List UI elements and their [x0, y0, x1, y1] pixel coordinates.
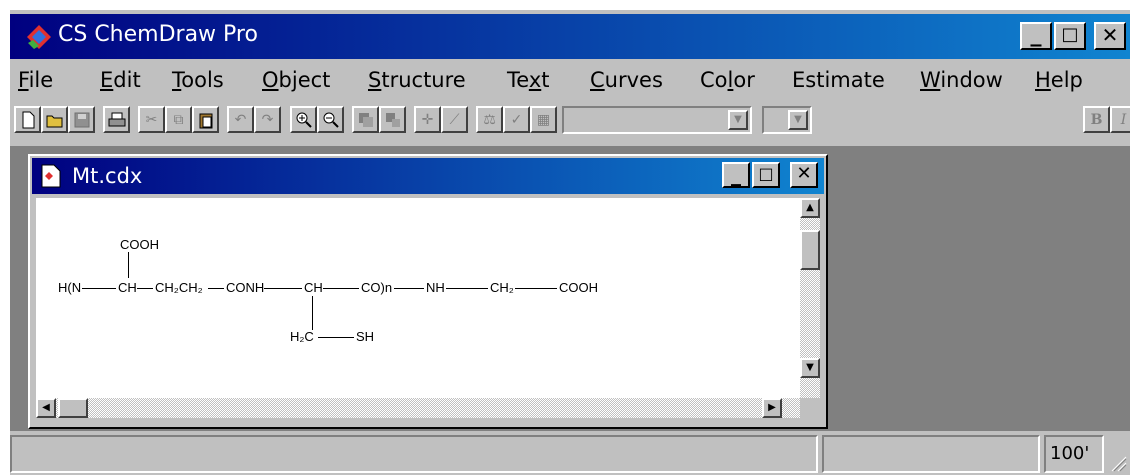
font-size-select[interactable]: ▼: [762, 106, 812, 134]
document-file-icon: [41, 164, 61, 188]
menu-edit[interactable]: Edit: [100, 66, 141, 94]
new-file-icon[interactable]: [14, 106, 41, 133]
bond[interactable]: [137, 288, 153, 289]
analysis-icon[interactable]: ⚖: [476, 106, 503, 133]
bond[interactable]: [323, 288, 359, 289]
atom-label-co-n[interactable]: CO)n: [361, 281, 392, 295]
scroll-left-icon[interactable]: ◀: [36, 398, 56, 418]
atom-label-hn[interactable]: H(N: [58, 281, 81, 295]
drawing-canvas[interactable]: COOH H(N CH CH₂CH₂ CONH CH CO)n NH CH₂ C…: [36, 198, 800, 398]
template-icon[interactable]: ▦: [530, 106, 557, 133]
minimize-button[interactable]: _: [1020, 22, 1052, 50]
mdi-client-area: Mt.cdx _ □ ✕ COOH H(N CH CH₂CH₂ CONH CH …: [10, 146, 1130, 431]
group-icon[interactable]: [352, 106, 379, 133]
atom-label-ch-1[interactable]: CH: [118, 281, 137, 295]
atom-label-ch2ch2[interactable]: CH₂CH₂: [155, 281, 203, 295]
menu-bar: File Edit Tools Object Structure Text Cu…: [10, 62, 1130, 98]
atom-label-ch-2[interactable]: CH: [304, 281, 323, 295]
undo-icon[interactable]: ↶: [227, 106, 254, 133]
toolbar: ✂ ⧉ ↶ ↷ ✛ ⟋ ⚖ ✓ ▦ ▼ ▼ B I: [10, 100, 1130, 146]
status-panel-info: [822, 435, 1040, 473]
bond-vertical-bottom[interactable]: [312, 296, 313, 330]
font-select[interactable]: ▼: [562, 106, 752, 134]
close-button[interactable]: ✕: [1094, 22, 1126, 50]
menu-file[interactable]: File: [18, 66, 53, 94]
bond-line-icon[interactable]: ⟋: [441, 106, 468, 133]
ungroup-icon[interactable]: [379, 106, 406, 133]
bond[interactable]: [264, 288, 302, 289]
vertical-scroll-thumb[interactable]: [800, 230, 820, 270]
app-titlebar[interactable]: CS ChemDraw Pro _ □ ✕: [10, 14, 1130, 59]
italic-button[interactable]: I: [1110, 106, 1130, 133]
bond[interactable]: [394, 288, 424, 289]
scroll-down-icon[interactable]: ▼: [800, 358, 820, 378]
document-title: Mt.cdx: [72, 164, 143, 188]
cut-scissors-icon[interactable]: ✂: [138, 106, 165, 133]
print-icon[interactable]: [103, 106, 130, 133]
bond[interactable]: [446, 288, 488, 289]
status-panel-main: [10, 435, 818, 473]
document-titlebar[interactable]: Mt.cdx _ □ ✕: [32, 158, 824, 194]
doc-minimize-button[interactable]: _: [722, 162, 750, 188]
chevron-down-icon[interactable]: ▼: [788, 110, 808, 130]
bond[interactable]: [515, 288, 557, 289]
zoom-readout: 100': [1044, 435, 1104, 473]
bond-vertical-top[interactable]: [128, 252, 129, 278]
check-icon[interactable]: ✓: [503, 106, 530, 133]
menu-color[interactable]: Color: [700, 66, 755, 94]
atom-label-conh[interactable]: CONH: [226, 281, 264, 295]
zoom-in-icon[interactable]: [290, 106, 317, 133]
resize-grip-icon[interactable]: [1108, 453, 1128, 473]
atom-label-nh[interactable]: NH: [426, 281, 445, 295]
menu-window[interactable]: Window: [920, 66, 1003, 94]
scroll-right-icon[interactable]: ▶: [762, 398, 782, 418]
bond[interactable]: [208, 288, 224, 289]
menu-structure[interactable]: Structure: [368, 66, 466, 94]
menu-tools[interactable]: Tools: [172, 66, 224, 94]
status-bar: 100': [10, 433, 1130, 475]
bond[interactable]: [318, 337, 354, 338]
app-title: CS ChemDraw Pro: [58, 22, 258, 47]
attach-icon[interactable]: ✛: [414, 106, 441, 133]
menu-estimate[interactable]: Estimate: [792, 66, 885, 94]
menu-text[interactable]: Text: [507, 66, 549, 94]
atom-label-cooh-top[interactable]: COOH: [120, 238, 159, 252]
horizontal-scroll-thumb[interactable]: [58, 398, 88, 418]
maximize-button[interactable]: □: [1054, 22, 1086, 50]
atom-label-h2c[interactable]: H₂C: [290, 330, 314, 344]
menu-object[interactable]: Object: [262, 66, 330, 94]
paste-clipboard-icon[interactable]: [192, 106, 219, 133]
menu-help[interactable]: Help: [1035, 66, 1083, 94]
scrollbar-corner: [800, 398, 820, 418]
atom-label-sh[interactable]: SH: [356, 330, 374, 344]
doc-close-button[interactable]: ✕: [790, 162, 818, 188]
document-window[interactable]: Mt.cdx _ □ ✕ COOH H(N CH CH₂CH₂ CONH CH …: [28, 154, 828, 429]
menu-curves[interactable]: Curves: [590, 66, 663, 94]
atom-label-cooh-end[interactable]: COOH: [559, 281, 598, 295]
scroll-up-icon[interactable]: ▲: [800, 198, 820, 218]
horizontal-scrollbar[interactable]: ◀ ▶: [36, 398, 800, 418]
save-disk-icon[interactable]: [68, 106, 95, 133]
zoom-out-icon[interactable]: [317, 106, 344, 133]
doc-maximize-button[interactable]: □: [752, 162, 780, 188]
open-folder-icon[interactable]: [41, 106, 68, 133]
chevron-down-icon[interactable]: ▼: [728, 110, 748, 130]
redo-icon[interactable]: ↷: [254, 106, 281, 133]
chemdraw-app-window: CS ChemDraw Pro _ □ ✕ File Edit Tools Ob…: [10, 10, 1130, 475]
bond[interactable]: [82, 288, 116, 289]
atom-label-ch2[interactable]: CH₂: [490, 281, 514, 295]
vertical-scrollbar[interactable]: ▲ ▼: [800, 198, 820, 398]
bold-button[interactable]: B: [1083, 106, 1110, 133]
chemdraw-logo-icon: [27, 25, 51, 49]
copy-icon[interactable]: ⧉: [165, 106, 192, 133]
